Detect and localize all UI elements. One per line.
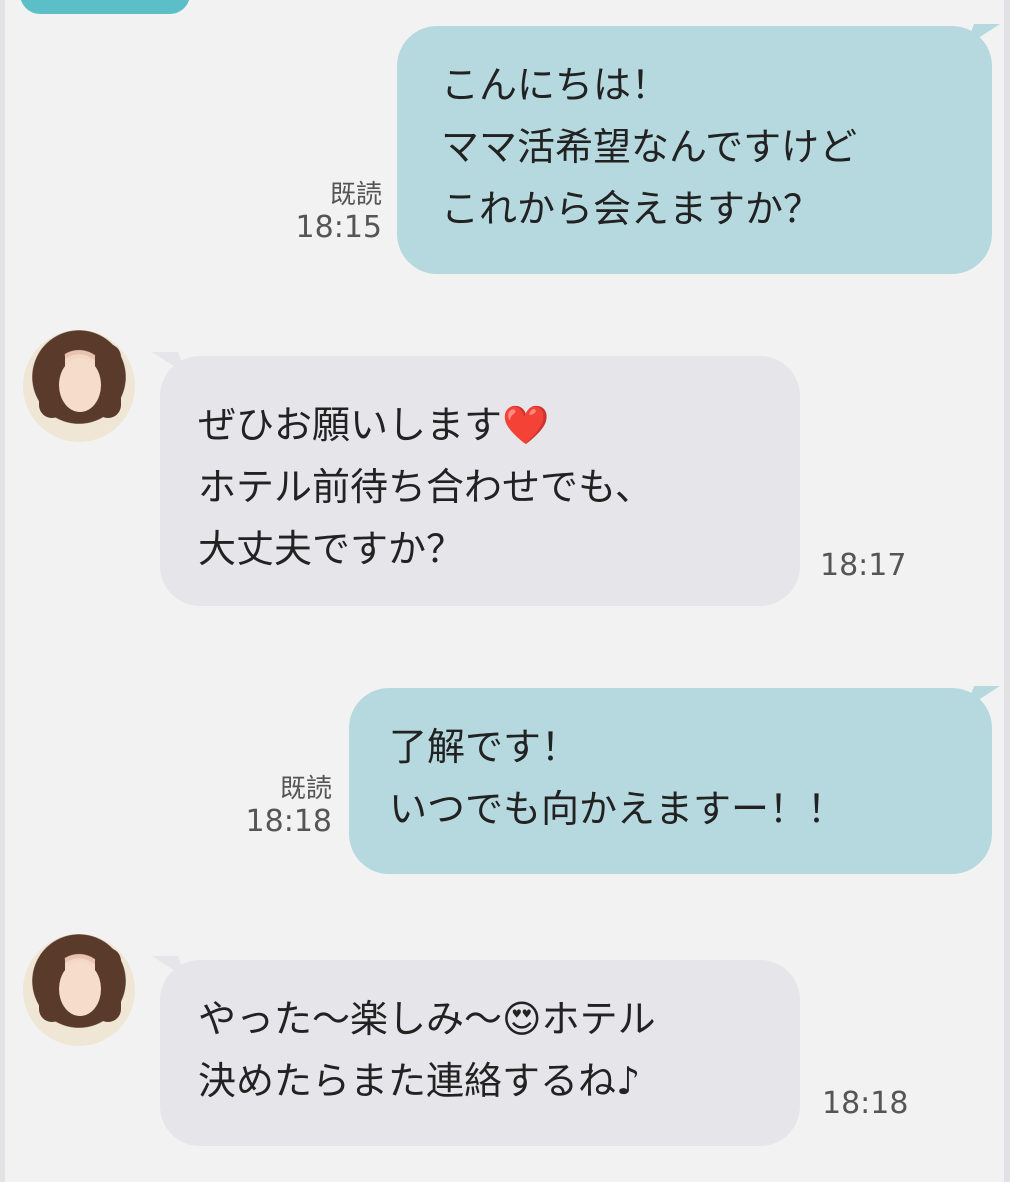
message-meta: 既読 18:15 [282, 180, 382, 246]
bubble-tail [965, 686, 1001, 708]
contact-avatar[interactable] [23, 330, 135, 442]
message-meta: 既読 18:18 [232, 774, 332, 840]
frame-left-edge [0, 0, 5, 1182]
message-time: 18:18 [822, 1086, 909, 1121]
sent-message-bubble[interactable]: こんにちは！ ママ活希望なんですけど これから会えますか？ [397, 26, 992, 274]
frame-right-edge [1004, 0, 1010, 1182]
message-time: 18:15 [295, 210, 382, 245]
received-message-bubble[interactable]: ぜひお願いします❤️ ホテル前待ち合わせでも、 大丈夫ですか？ [160, 356, 800, 606]
previous-bubble-fragment [20, 0, 190, 14]
message-time: 18:17 [820, 548, 907, 583]
read-receipt: 既読 [329, 180, 382, 210]
sent-message-bubble[interactable]: 了解です！ いつでも向かえますー！！ [349, 688, 992, 874]
read-receipt: 既読 [279, 774, 332, 804]
bubble-tail [965, 24, 1001, 46]
message-time: 18:18 [245, 804, 332, 839]
received-message-bubble[interactable]: やった〜楽しみ〜😍ホテル 決めたらまた連絡するね♪ [160, 960, 800, 1146]
contact-avatar[interactable] [23, 934, 135, 1046]
